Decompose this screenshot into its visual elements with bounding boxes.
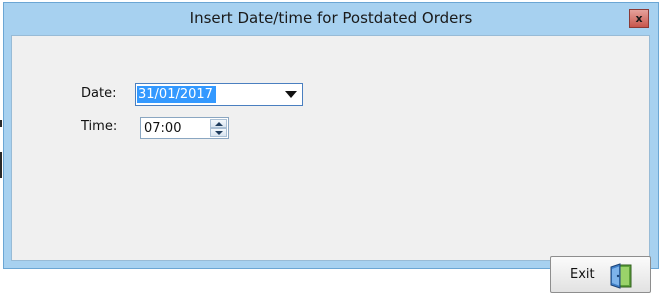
exit-button[interactable]: Exit (550, 256, 651, 293)
chevron-down-icon (285, 91, 297, 98)
time-spinner (210, 119, 227, 137)
time-decrement-button[interactable] (210, 128, 227, 137)
door-exit-icon (610, 263, 632, 289)
time-increment-button[interactable] (210, 119, 227, 128)
window-title: Insert Date/time for Postdated Orders (189, 9, 473, 27)
date-picker[interactable]: 31/01/2017 (135, 83, 303, 106)
close-icon: x (635, 12, 643, 25)
exit-button-label: Exit (570, 267, 595, 282)
spin-down-icon (214, 130, 223, 135)
date-dropdown-button[interactable] (281, 85, 301, 104)
edge-mark (0, 120, 2, 127)
dialog-body: Date: 31/01/2017 Time: 07:00 Exit (11, 35, 651, 293)
edge-mark (0, 152, 2, 178)
title-bar[interactable]: Insert Date/time for Postdated Orders x (4, 3, 658, 33)
time-value[interactable]: 07:00 (144, 120, 181, 137)
spin-up-icon (214, 121, 223, 126)
dialog-window: Insert Date/time for Postdated Orders x … (3, 2, 659, 293)
date-value[interactable]: 31/01/2017 (137, 86, 216, 103)
date-label: Date: (81, 86, 117, 101)
time-input[interactable]: 07:00 (140, 117, 229, 139)
close-button[interactable]: x (629, 9, 649, 28)
time-label: Time: (81, 119, 118, 134)
